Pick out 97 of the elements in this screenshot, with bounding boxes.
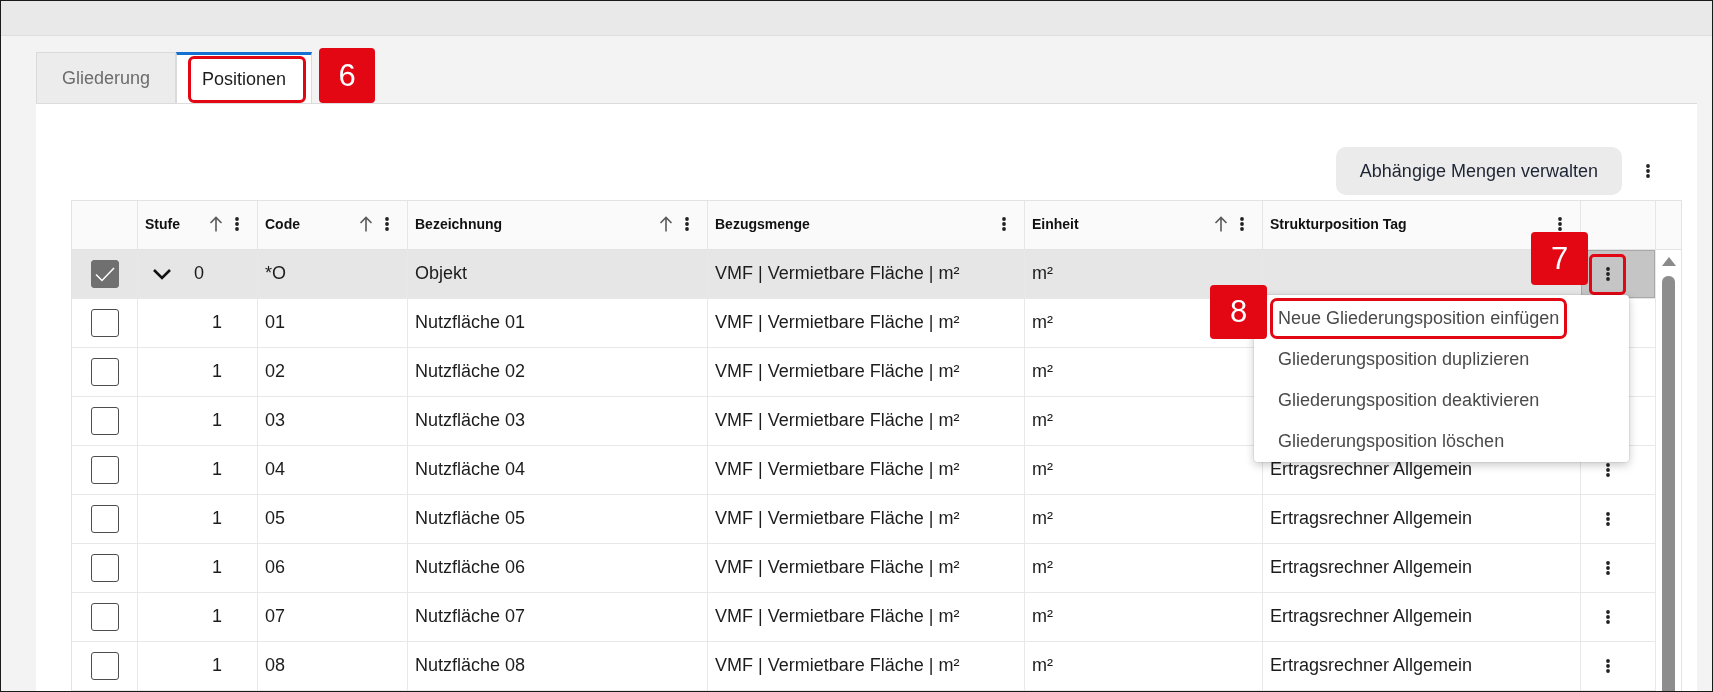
reference-quantity-text: VMF | Vermietbare Fläche | m² (715, 362, 960, 382)
kebab-icon (1605, 267, 1610, 281)
column-title[interactable]: Bezugsmenge (715, 216, 810, 232)
sort-arrow-icon[interactable] (659, 216, 673, 232)
checkbox[interactable] (90, 456, 119, 484)
code-text: 02 (265, 362, 286, 382)
designation-text: Nutzfläche 08 (415, 656, 526, 676)
code-text: 04 (265, 460, 286, 480)
reference-quantity-text: VMF | Vermietbare Fläche | m² (715, 607, 960, 627)
reference-quantity-text: VMF | Vermietbare Fläche | m² (715, 313, 960, 333)
code-text: 01 (265, 313, 286, 333)
code-text: 03 (265, 411, 286, 431)
unit-text: m² (1032, 509, 1053, 529)
reference-quantity-text: VMF | Vermietbare Fläche | m² (715, 656, 960, 676)
level-number: 1 (212, 362, 222, 382)
code-text: 06 (265, 558, 286, 578)
expand-button[interactable] (152, 268, 172, 280)
unit-text: m² (1032, 411, 1053, 431)
reference-quantity-text: VMF | Vermietbare Fläche | m² (715, 460, 960, 480)
kebab-icon[interactable] (1646, 164, 1650, 178)
table-row[interactable]: 1 05 Nutzfläche 05 VMF | Vermietbare Fläche | m² m² Ertragsrechner Allgemein (72, 495, 1656, 544)
code-text: *O (265, 264, 286, 284)
checkbox[interactable] (90, 358, 119, 386)
level-number: 1 (212, 607, 222, 627)
designation-text: Nutzfläche 06 (415, 558, 526, 578)
kebab-icon (1605, 610, 1610, 624)
column-title[interactable]: Stufe (145, 216, 180, 232)
tag-text: Ertragsrechner Allgemein (1270, 509, 1473, 529)
column-menu-icon[interactable] (385, 217, 389, 231)
column-title[interactable]: Code (265, 216, 300, 232)
level-number: 1 (212, 558, 222, 578)
tag-text: Ertragsrechner Allgemein (1270, 607, 1473, 627)
table-row[interactable]: 1 08 Nutzfläche 08 VMF | Vermietbare Fläche | m² m² Ertragsrechner Allgemein (72, 642, 1656, 691)
chevron-icon (152, 268, 172, 280)
code-text: 07 (265, 607, 286, 627)
sort-arrow-icon[interactable] (209, 216, 223, 232)
designation-text: Objekt (415, 264, 468, 284)
designation-text: Nutzfläche 03 (415, 411, 526, 431)
designation-text: Nutzfläche 02 (415, 362, 526, 382)
tab[interactable]: Gliederung (36, 52, 177, 103)
column-menu-icon[interactable] (1002, 217, 1006, 231)
checkbox[interactable] (90, 652, 119, 680)
unit-text: m² (1032, 558, 1053, 578)
reference-quantity-text: VMF | Vermietbare Fläche | m² (715, 411, 960, 431)
kebab-icon (1605, 659, 1610, 673)
column-menu-icon[interactable] (685, 217, 689, 231)
checkbox[interactable] (90, 554, 119, 582)
reference-quantity-text: VMF | Vermietbare Fläche | m² (715, 509, 960, 529)
reference-quantity-text: VMF | Vermietbare Fläche | m² (715, 558, 960, 578)
level-number: 1 (212, 656, 222, 676)
code-text: 05 (265, 509, 286, 529)
designation-text: Nutzfläche 05 (415, 509, 526, 529)
code-text: 08 (265, 656, 286, 676)
column-title[interactable]: Einheit (1032, 216, 1079, 232)
kebab-icon (1605, 463, 1610, 477)
column-title[interactable]: Bezeichnung (415, 216, 503, 232)
tag-text: Ertragsrechner Allgemein (1270, 558, 1473, 578)
checkbox[interactable] (90, 260, 119, 288)
kebab-icon (1605, 512, 1610, 526)
sort-arrow-icon[interactable] (1214, 216, 1228, 232)
tag-text: Ertragsrechner Allgemein (1270, 460, 1473, 480)
menu-item[interactable]: Neue Gliederungsposition einfügen (1270, 298, 1568, 339)
designation-text: Nutzfläche 07 (415, 607, 526, 627)
checkbox[interactable] (90, 603, 119, 631)
reference-quantity-text: VMF | Vermietbare Fläche | m² (715, 264, 960, 284)
scroll-up-icon[interactable] (1661, 257, 1676, 266)
column-menu-icon[interactable] (1558, 217, 1562, 231)
scrollbar-thumb[interactable] (1662, 276, 1675, 691)
unit-text: m² (1032, 607, 1053, 627)
checkbox[interactable] (90, 309, 119, 337)
callout-badge: 8 (1210, 285, 1267, 339)
checkmark-icon (94, 266, 115, 282)
level-number: 1 (212, 460, 222, 480)
tag-text: Ertragsrechner Allgemein (1270, 656, 1473, 676)
level-number: 1 (212, 411, 222, 431)
table-row[interactable]: 1 06 Nutzfläche 06 VMF | Vermietbare Fläche | m² m² Ertragsrechner Allgemein (72, 544, 1656, 593)
unit-text: m² (1032, 460, 1053, 480)
unit-text: m² (1032, 362, 1053, 382)
callout-badge: 7 (1531, 232, 1588, 285)
level-number: 1 (212, 509, 222, 529)
unit-text: m² (1032, 313, 1053, 333)
designation-text: Nutzfläche 01 (415, 313, 526, 333)
kebab-icon (1605, 561, 1610, 575)
unit-text: m² (1032, 264, 1053, 284)
column-menu-icon[interactable] (235, 217, 239, 231)
checkbox[interactable] (90, 505, 119, 533)
table-row[interactable]: 1 07 Nutzfläche 07 VMF | Vermietbare Fläche | m² m² Ertragsrechner Allgemein (72, 593, 1656, 642)
manage-quantities-button[interactable]: Abhängige Mengen verwalten (1335, 147, 1622, 195)
unit-text: m² (1032, 656, 1053, 676)
checkbox[interactable] (90, 407, 119, 435)
callout-badge: 6 (319, 48, 376, 103)
sort-arrow-icon[interactable] (359, 216, 373, 232)
designation-text: Nutzfläche 04 (415, 460, 526, 480)
level-number: 1 (212, 313, 222, 333)
column-menu-icon[interactable] (1240, 217, 1244, 231)
column-title[interactable]: Strukturposition Tag (1270, 216, 1407, 232)
level-number: 0 (194, 264, 204, 284)
